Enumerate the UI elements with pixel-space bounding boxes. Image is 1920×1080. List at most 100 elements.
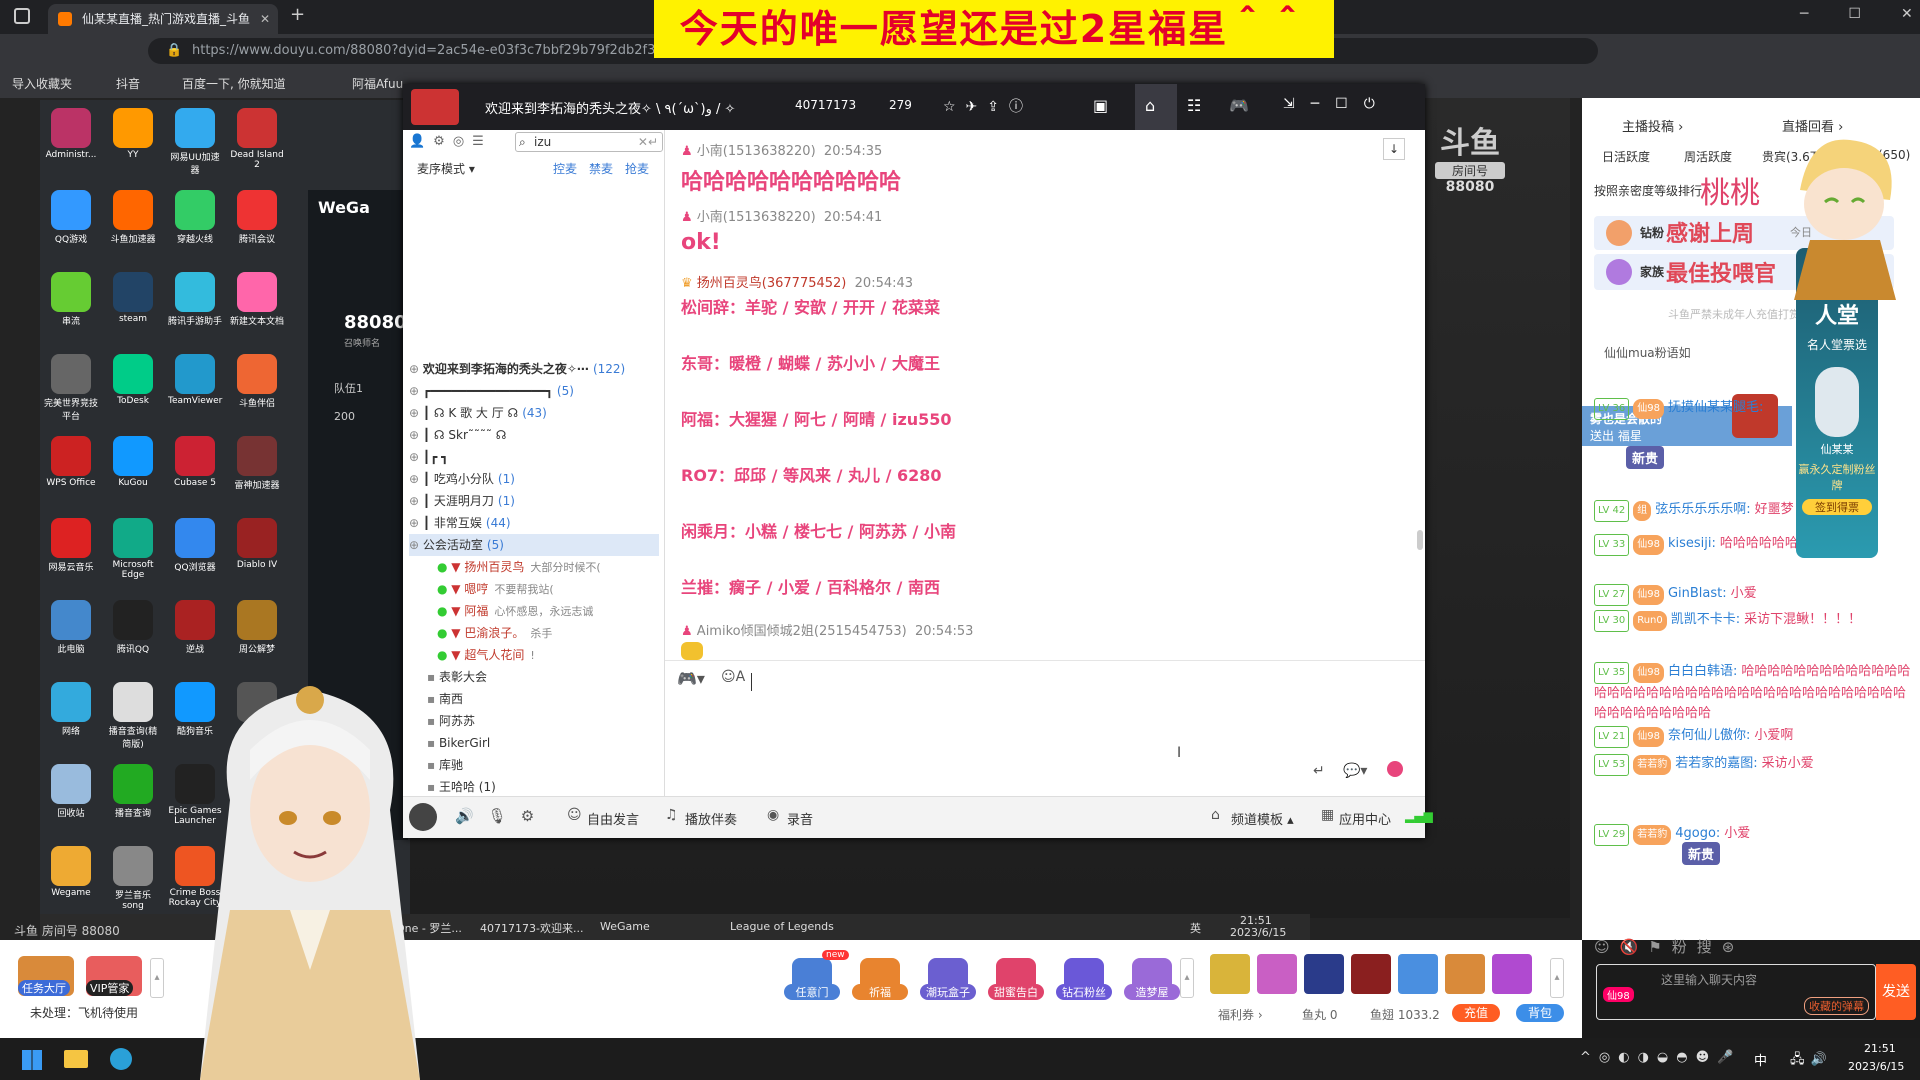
- desktop-icon[interactable]: ToDesk: [106, 354, 160, 406]
- channel-item[interactable]: ⊕ ┃ 天涯明月刀 (1): [409, 490, 659, 512]
- tab-weekly[interactable]: 周活跃度: [1684, 148, 1732, 165]
- sub-channel-item[interactable]: ▪ BikerGirl: [409, 732, 659, 754]
- sub-channel-item[interactable]: ▪ 阿苏苏: [409, 710, 659, 732]
- desktop-icon[interactable]: 罗兰音乐 song: [106, 846, 160, 911]
- desktop-icon[interactable]: WPS Office: [44, 436, 98, 488]
- gift-thumb-icon[interactable]: [1398, 954, 1438, 994]
- mic-control[interactable]: 控麦: [553, 160, 577, 177]
- start-icon[interactable]: [22, 1050, 42, 1070]
- record-button[interactable]: 录音: [787, 809, 813, 828]
- desktop-icon[interactable]: Dead Island 2: [230, 108, 284, 170]
- expand-right-icon[interactable]: ▴: [1550, 958, 1564, 998]
- desktop-icon[interactable]: Diablo IV: [230, 518, 284, 570]
- channel-template-button[interactable]: 频道模板 ▴: [1231, 809, 1294, 828]
- recharge-button[interactable]: 充值: [1452, 1004, 1500, 1022]
- chat-tool-icons[interactable]: ☺🔇⚑粉搜⊛: [1594, 936, 1744, 957]
- desktop-icon[interactable]: Administr...: [44, 108, 98, 160]
- desktop-icon[interactable]: 网络: [44, 682, 98, 737]
- msg1-user[interactable]: 小南(1513638220): [697, 144, 816, 159]
- desktop-icon[interactable]: Wegame: [44, 846, 98, 898]
- hall-vote-button[interactable]: 签到得票: [1802, 499, 1872, 515]
- backpack-button[interactable]: 背包: [1516, 1004, 1564, 1022]
- danmaku-user[interactable]: kisesiji:: [1668, 536, 1716, 551]
- scroll-bottom-icon[interactable]: ↓: [1383, 138, 1405, 160]
- channel-item[interactable]: ⊕ ┃ 吃鸡小分队 (1): [409, 468, 659, 490]
- app-center-button[interactable]: 应用中心: [1339, 809, 1391, 828]
- expand-icon[interactable]: ⊕: [409, 472, 423, 486]
- channel-item[interactable]: ⊕ ┃ ☊ Skr˜˜˜˜ ☊: [409, 424, 659, 446]
- desktop-icon[interactable]: 完美世界竞技平台: [44, 354, 98, 422]
- expand-icon[interactable]: ⊕: [409, 516, 423, 530]
- desktop-icon[interactable]: 腾讯会议: [230, 190, 284, 245]
- channel-item[interactable]: ⊕ ┏━━━━━━━━━━━━━━━━┓ (5): [409, 380, 659, 402]
- play-accompaniment-button[interactable]: 播放伴奏: [685, 809, 737, 828]
- expand-icon[interactable]: ⊕: [409, 406, 423, 420]
- sub-channel-item[interactable]: ▪ 王哈哈 (1): [409, 776, 659, 794]
- mic-ban[interactable]: 禁麦: [589, 160, 613, 177]
- ime-indicator[interactable]: 中: [1754, 1050, 1767, 1069]
- window-controls[interactable]: ─☐✕: [1800, 6, 1920, 22]
- expand-icon[interactable]: ⊕: [409, 450, 423, 464]
- channel-item[interactable]: ⊕ 公会活动室 (5): [409, 534, 659, 556]
- danmaku-user[interactable]: 凯凯不卡卡:: [1671, 612, 1740, 627]
- bookmark-douyin[interactable]: 抖音: [116, 75, 140, 92]
- flower-gift-icon[interactable]: [1387, 761, 1403, 777]
- member-item[interactable]: ● ▼ 巴渝浪子。 杀手: [409, 622, 659, 644]
- gift-item[interactable]: 甜蜜告白: [988, 958, 1044, 1000]
- channel-search-input[interactable]: ⌕ izu ✕↵: [515, 132, 663, 152]
- danmaku-user[interactable]: 弦乐乐乐乐乐啊:: [1655, 502, 1750, 517]
- edge-icon[interactable]: [110, 1048, 132, 1070]
- danmaku-user[interactable]: 抚摸仙某某腿毛:: [1668, 400, 1763, 415]
- font-style-icon[interactable]: ☺A: [721, 669, 745, 685]
- mode-select[interactable]: 麦序模式 ▾: [417, 160, 475, 177]
- bookmark-baidu[interactable]: 百度一下, 你就知道: [182, 75, 286, 92]
- gift-thumb-icon[interactable]: [1210, 954, 1250, 994]
- list-icon[interactable]: ☷: [1187, 96, 1201, 115]
- msg2-user[interactable]: 小南(1513638220): [697, 210, 816, 225]
- danmaku-user[interactable]: 4gogo:: [1675, 826, 1720, 841]
- sub-channel-item[interactable]: ▪ 南西: [409, 688, 659, 710]
- network-volume-icons[interactable]: 🖧🔊: [1790, 1050, 1833, 1072]
- bookmark-afuu[interactable]: 阿福Afuu: [352, 75, 403, 92]
- danmaku-item[interactable]: LV 21 仙98 奈何仙儿傲你: 小爱啊: [1594, 726, 1914, 748]
- desktop-icon[interactable]: QQ浏览器: [168, 518, 222, 573]
- tab-daily[interactable]: 日活跃度: [1602, 148, 1650, 165]
- file-explorer-icon[interactable]: [64, 1050, 88, 1068]
- desktop-icon[interactable]: 腾讯QQ: [106, 600, 160, 655]
- danmaku-item[interactable]: LV 30 Run0 凯凯不卡卡: 采访下混鳅！！！！: [1594, 610, 1914, 632]
- desktop-icon[interactable]: KuGou: [106, 436, 160, 488]
- member-item[interactable]: ● ▼ 嗯哼 不要帮我站(: [409, 578, 659, 600]
- audio-control-icons[interactable]: 🔊🎙⚙: [455, 807, 548, 825]
- new-tab-button[interactable]: +: [290, 4, 305, 25]
- task-hall-label[interactable]: 任务大厅: [18, 980, 70, 996]
- desktop-icon[interactable]: 串流: [44, 272, 98, 327]
- expand-left-icon[interactable]: ▴: [150, 958, 164, 998]
- yy-window-controls[interactable]: ⇲─☐⏻: [1283, 96, 1391, 112]
- sub-channel-item[interactable]: ▪ 表彰大会: [409, 666, 659, 688]
- desktop-icon[interactable]: Cubase 5: [168, 436, 222, 488]
- saved-barrage-button[interactable]: 收藏的弹幕: [1804, 997, 1869, 1015]
- desktop-icon[interactable]: steam: [106, 272, 160, 324]
- video-icon[interactable]: ▣: [1093, 96, 1108, 115]
- expand-icon[interactable]: ⊕: [409, 428, 423, 442]
- gift-thumb-icon[interactable]: [1304, 954, 1344, 994]
- danmaku-item[interactable]: LV 27 仙98 GinBlast: 小爱: [1594, 584, 1914, 606]
- desktop-icon[interactable]: 播音查询: [106, 764, 160, 819]
- danmaku-user[interactable]: 白白白韩语:: [1668, 664, 1737, 679]
- msg4-user[interactable]: Aimiko倾国倾城2姐(2515454753): [697, 624, 907, 639]
- danmaku-item[interactable]: LV 35 仙98 白白白韩语: 哈哈哈哈哈哈哈哈哈哈哈哈哈哈哈哈哈哈哈哈哈哈哈哈哈哈…: [1594, 662, 1914, 724]
- gift-item[interactable]: 潮玩盒子: [920, 958, 976, 1000]
- danmaku-item[interactable]: LV 29 若若豹 4gogo: 小爱: [1594, 824, 1914, 846]
- tab-actions-icon[interactable]: [14, 8, 30, 24]
- title-action-icons[interactable]: ☆✈⇪ⓘ: [943, 96, 1033, 116]
- gift-thumb-icon[interactable]: [1492, 954, 1532, 994]
- mic-grab[interactable]: 抢麦: [625, 160, 649, 177]
- desktop-icon[interactable]: YY: [106, 108, 160, 160]
- member-item[interactable]: ● ▼ 扬州百灵鸟 大部分时候不(: [409, 556, 659, 578]
- submit-link[interactable]: 主播投稿 ›: [1622, 116, 1683, 135]
- desktop-icon[interactable]: 雷神加速器: [230, 436, 284, 491]
- sub-channel-item[interactable]: ▪ 库驰: [409, 754, 659, 776]
- member-item[interactable]: ● ▼ 阿福 心怀感恩，永远志诚: [409, 600, 659, 622]
- desktop-icon[interactable]: 回收站: [44, 764, 98, 819]
- danmaku-user[interactable]: 奈何仙儿傲你:: [1668, 728, 1750, 743]
